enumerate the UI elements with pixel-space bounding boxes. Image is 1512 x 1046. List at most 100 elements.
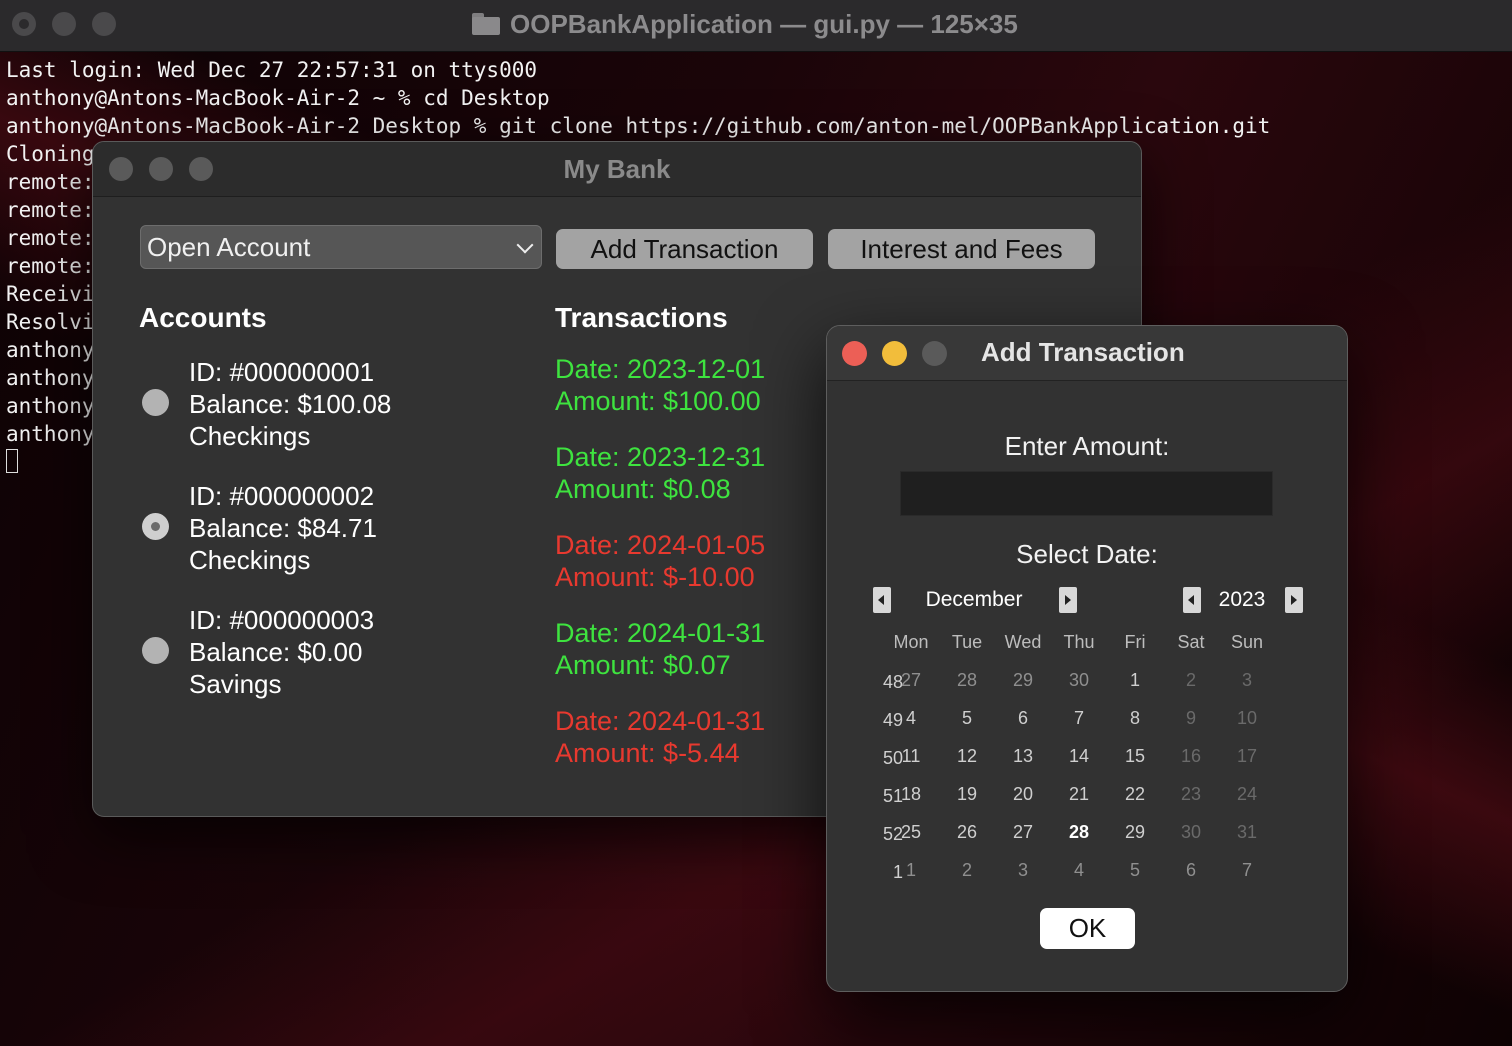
next-month-icon[interactable]	[1059, 587, 1077, 613]
calendar-day[interactable]: 29	[1107, 822, 1163, 843]
calendar-day[interactable]: 16	[1163, 746, 1219, 767]
calendar-day[interactable]: 30	[1051, 670, 1107, 691]
calendar-week-row: 51 18 19 20 21 22 23 24	[827, 784, 1347, 822]
calendar-day[interactable]: 19	[939, 784, 995, 805]
dialog-minimize-button[interactable]	[882, 341, 907, 366]
calendar-day[interactable]: 23	[1163, 784, 1219, 805]
dialog-titlebar: Add Transaction	[827, 326, 1347, 381]
calendar-day[interactable]: 26	[939, 822, 995, 843]
calendar-day[interactable]: 2	[939, 860, 995, 881]
calendar-day[interactable]: 6	[1163, 860, 1219, 881]
terminal-line: anthony@Antons-MacBook-Air-2 ~ % cd Desk…	[6, 86, 550, 110]
account-radio-button[interactable]	[142, 513, 169, 540]
calendar-day[interactable]: 22	[1107, 784, 1163, 805]
interest-and-fees-button[interactable]: Interest and Fees	[828, 229, 1095, 269]
weekday-label: Sat	[1177, 632, 1205, 652]
account-radio-button[interactable]	[142, 389, 169, 416]
transaction-date: Date: 2023-12-01	[555, 354, 766, 384]
terminal-title: OOPBankApplication — gui.py — 125×35	[472, 8, 1018, 40]
weekday-label: Wed	[1004, 632, 1042, 652]
account-details: ID: #000000003 Balance: $0.00 Savings	[189, 604, 374, 700]
calendar-day[interactable]: 25	[883, 822, 939, 843]
transactions-heading: Transactions	[555, 302, 728, 333]
transaction-date: Date: 2023-12-31	[555, 442, 766, 472]
folder-icon	[472, 13, 500, 35]
calendar-day[interactable]: 2	[1163, 670, 1219, 691]
account-details: ID: #000000001 Balance: $100.08 Checkings	[189, 356, 391, 452]
terminal-titlebar: OOPBankApplication — gui.py — 125×35	[0, 0, 1512, 52]
transaction-date: Date: 2024-01-05	[555, 530, 766, 560]
calendar-day[interactable]: 3	[995, 860, 1051, 881]
weekday-label: Sun	[1230, 632, 1264, 652]
calendar-day[interactable]: 5	[1107, 860, 1163, 881]
calendar-day[interactable]: 6	[995, 708, 1051, 729]
bank-titlebar: My Bank	[93, 142, 1141, 197]
add-transaction-dialog: Add Transaction Enter Amount: Select Dat…	[826, 325, 1348, 992]
calendar-day[interactable]: 30	[1163, 822, 1219, 843]
account-item[interactable]: ID: #000000002 Balance: $84.71 Checkings	[139, 480, 539, 580]
calendar-week-row: 11234567	[827, 860, 1347, 898]
calendar-day[interactable]: 12	[939, 746, 995, 767]
calendar-day[interactable]: 27	[995, 822, 1051, 843]
transaction-date: Date: 2024-01-31	[555, 618, 766, 648]
dialog-zoom-button[interactable]	[922, 341, 947, 366]
amount-input[interactable]	[900, 471, 1273, 516]
calendar-day[interactable]: 11	[883, 746, 939, 767]
calendar-day[interactable]: 27	[883, 670, 939, 691]
calendar-week-row: 48 27 28 29 30 1 2 3	[827, 670, 1347, 708]
calendar-day[interactable]: 5	[939, 708, 995, 729]
open-account-dropdown[interactable]: Open Account	[140, 225, 542, 269]
calendar-day[interactable]: 4	[883, 708, 939, 729]
calendar-day[interactable]: 24	[1219, 784, 1275, 805]
account-item[interactable]: ID: #000000001 Balance: $100.08 Checkings	[139, 356, 539, 456]
enter-amount-label: Enter Amount:	[1004, 431, 1170, 461]
transaction-amount: Amount: $-10.00	[555, 562, 755, 592]
next-year-icon[interactable]	[1285, 587, 1303, 613]
year-label: 2023	[1218, 588, 1266, 611]
calendar-weekday-header: Mon Tue Wed Thu Fri Sat Sun	[827, 632, 1347, 670]
account-id: ID: #000000003	[189, 605, 375, 635]
calendar-day[interactable]: 4	[1051, 860, 1107, 881]
calendar-day[interactable]: 7	[1051, 708, 1107, 729]
bank-title: My Bank	[563, 154, 671, 184]
terminal-line: Last login: Wed Dec 27 22:57:31 on ttys0…	[6, 58, 538, 82]
calendar-day[interactable]: 28	[939, 670, 995, 691]
calendar-day[interactable]: 7	[1219, 860, 1275, 881]
weekday-label: Tue	[951, 632, 983, 652]
calendar-day[interactable]: 8	[1107, 708, 1163, 729]
account-item[interactable]: ID: #000000003 Balance: $0.00 Savings	[139, 604, 539, 704]
terminal-cursor	[6, 449, 18, 473]
account-balance: Balance: $0.00	[189, 637, 363, 667]
calendar-day[interactable]: 1	[1107, 670, 1163, 691]
calendar-day[interactable]: 31	[1219, 822, 1275, 843]
calendar-day[interactable]: 17	[1219, 746, 1275, 767]
calendar-week-row: 50 11 12 13 14 15 16 17	[827, 746, 1347, 784]
account-type: Checkings	[189, 421, 311, 451]
calendar-day[interactable]: 21	[1051, 784, 1107, 805]
ok-button[interactable]: OK	[1040, 908, 1135, 949]
terminal-close-button[interactable]	[12, 12, 36, 36]
calendar-day[interactable]: 15	[1107, 746, 1163, 767]
previous-year-icon[interactable]	[1183, 587, 1201, 613]
previous-month-icon[interactable]	[873, 587, 891, 613]
calendar-day[interactable]: 20	[995, 784, 1051, 805]
calendar-day[interactable]: 10	[1219, 708, 1275, 729]
calendar-day[interactable]: 29	[995, 670, 1051, 691]
account-radio-button[interactable]	[142, 637, 169, 664]
account-id: ID: #000000002	[189, 481, 375, 511]
calendar-day[interactable]: 18	[883, 784, 939, 805]
add-transaction-button[interactable]: Add Transaction	[556, 229, 813, 269]
calendar-day[interactable]: 13	[995, 746, 1051, 767]
terminal-title-text: OOPBankApplication — gui.py — 125×35	[510, 8, 1018, 39]
calendar-day[interactable]: 28	[1051, 822, 1107, 843]
calendar-day[interactable]: 9	[1163, 708, 1219, 729]
account-id: ID: #000000001	[189, 357, 375, 387]
transaction-item: Date: 2024-01-05 Amount: $-10.00	[555, 529, 765, 593]
dialog-close-button[interactable]	[842, 341, 867, 366]
terminal-zoom-button[interactable]	[92, 12, 116, 36]
calendar-day[interactable]: 14	[1051, 746, 1107, 767]
transaction-date: Date: 2024-01-31	[555, 706, 766, 736]
calendar-day[interactable]: 1	[883, 860, 939, 881]
calendar-day[interactable]: 3	[1219, 670, 1275, 691]
terminal-minimize-button[interactable]	[52, 12, 76, 36]
